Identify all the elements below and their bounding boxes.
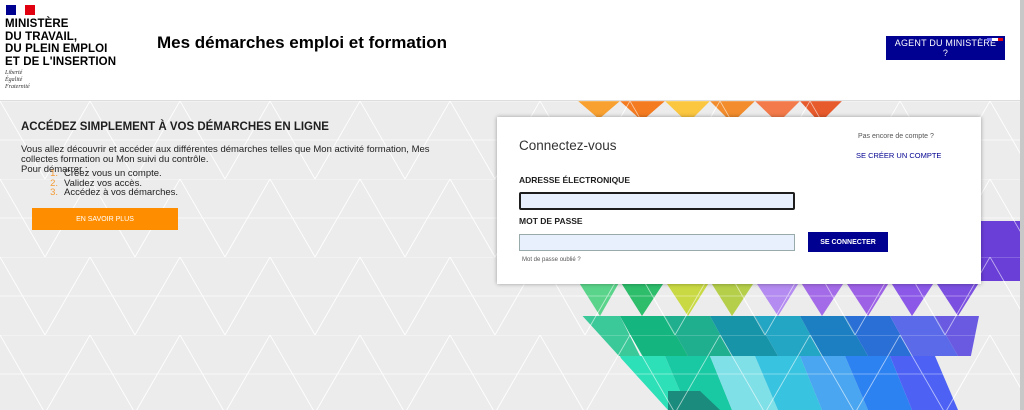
password-label: MOT DE PASSE bbox=[519, 216, 583, 226]
agent-ministry-button[interactable]: AGENT DU MINISTÈRE ? bbox=[886, 36, 1005, 60]
ministry-name-line: MINISTÈRE bbox=[5, 18, 69, 30]
motto-line: Fraternité bbox=[5, 83, 30, 90]
password-field[interactable] bbox=[519, 234, 795, 251]
flag-stripe-icon bbox=[987, 38, 1003, 41]
learn-more-button[interactable]: EN SAVOIR PLUS bbox=[32, 208, 178, 230]
republic-motto: Liberté Égalité Fraternité bbox=[5, 70, 30, 90]
agent-ministry-label: AGENT DU MINISTÈRE ? bbox=[894, 38, 997, 58]
login-card: Connectez-vous Pas encore de compte ? SE… bbox=[497, 117, 981, 284]
login-button[interactable]: SE CONNECTER bbox=[808, 232, 888, 252]
ministry-name-line: DU PLEIN EMPLOI bbox=[5, 43, 108, 55]
create-account-link[interactable]: SE CRÉER UN COMPTE bbox=[856, 151, 941, 160]
ministry-name[interactable]: MINISTÈRE DU TRAVAIL, DU PLEIN EMPLOI ET… bbox=[5, 18, 116, 68]
site-title[interactable]: Mes démarches emploi et formation bbox=[157, 33, 447, 53]
step-text: Accédez à vos démarches. bbox=[64, 187, 179, 198]
motto-line: Égalité bbox=[5, 76, 23, 83]
scrollbar[interactable] bbox=[1020, 0, 1024, 410]
list-item: 3. Accédez à vos démarches. bbox=[21, 188, 178, 198]
login-title: Connectez-vous bbox=[519, 138, 617, 153]
intro-heading: ACCÉDEZ SIMPLEMENT À VOS DÉMARCHES EN LI… bbox=[21, 121, 329, 133]
email-label: ADRESSE ÉLECTRONIQUE bbox=[519, 175, 630, 185]
site-header: MINISTÈRE DU TRAVAIL, DU PLEIN EMPLOI ET… bbox=[0, 0, 1020, 101]
email-field[interactable] bbox=[519, 192, 795, 210]
motto-line: Liberté bbox=[5, 70, 23, 76]
forgot-password-link[interactable]: Mot de passe oublié ? bbox=[522, 257, 581, 263]
steps-list: 1. Créez vous un compte. 2. Validez vos ac… bbox=[21, 169, 178, 198]
french-flag-logo bbox=[6, 5, 36, 15]
ministry-name-line: ET DE L'INSERTION bbox=[5, 55, 117, 68]
no-account-text: Pas encore de compte ? bbox=[858, 133, 934, 140]
ministry-name-line: DU TRAVAIL, bbox=[5, 30, 78, 43]
intro-text: Vous allez découvrir et accéder aux diff… bbox=[21, 144, 430, 165]
step-number: 3. bbox=[50, 187, 58, 198]
